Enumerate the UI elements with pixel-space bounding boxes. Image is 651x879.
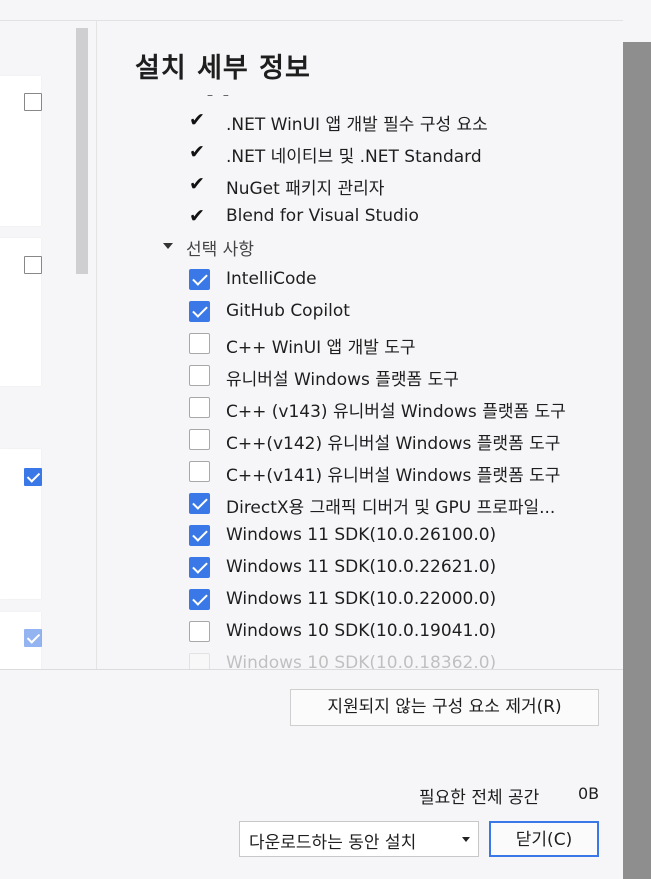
background-window-edge [623, 0, 651, 879]
workload-card[interactable] [0, 76, 42, 226]
item-label: Windows 11 SDK(10.0.22621.0) [226, 557, 497, 577]
item-label: DirectX용 그래픽 디버거 및 GPU 프로파일... [226, 498, 556, 518]
checkbox[interactable] [189, 557, 210, 578]
checkbox[interactable] [189, 525, 210, 546]
item-label: .NET WinUI 앱 개발 필수 구성 요소 [226, 115, 488, 135]
checkmark-icon: ✔ [189, 109, 205, 131]
required-space-label: 필요한 전체 공간 [419, 788, 540, 808]
included-item: ✔ Blend for Visual Studio [97, 201, 623, 231]
item-label: C++ WinUI 앱 개발 도구 [226, 338, 416, 358]
item-label: Windows 11 SDK(10.0.26100.0) [226, 525, 497, 545]
install-mode-dropdown[interactable]: 다운로드하는 동안 설치 [239, 821, 479, 857]
details-title: 설치 세부 정보 [135, 53, 311, 84]
optional-section-toggle[interactable]: 선택 사항 [97, 232, 623, 262]
optional-item-win11-sdk-26100[interactable]: Windows 11 SDK(10.0.26100.0) [97, 520, 623, 550]
checkmark-icon: ✔ [189, 173, 205, 195]
workload-checkbox[interactable] [24, 93, 42, 111]
checkbox[interactable] [189, 461, 210, 482]
workload-card[interactable] [0, 612, 42, 669]
workload-card[interactable] [0, 449, 42, 599]
checkbox[interactable] [189, 301, 210, 322]
checkbox[interactable] [189, 653, 210, 669]
item-label: NuGet 패키지 관리자 [226, 179, 385, 199]
workload-checkbox[interactable] [24, 629, 42, 647]
optional-item-win11-sdk-22621[interactable]: Windows 11 SDK(10.0.22621.0) [97, 552, 623, 582]
checkbox[interactable] [189, 333, 210, 354]
optional-item-win10-sdk-18362[interactable]: Windows 10 SDK(10.0.18362.0) [97, 648, 623, 669]
optional-item-cpp-v142-uwp[interactable]: C++(v142) 유니버설 Windows 플랫폼 도구 [97, 424, 623, 454]
workload-scrollbar-thumb[interactable] [76, 28, 88, 274]
checkbox[interactable] [189, 365, 210, 386]
item-label: Windows 10 SDK(10.0.19041.0) [226, 621, 497, 641]
optional-item-cpp-v141-uwp[interactable]: C++(v141) 유니버설 Windows 플랫폼 도구 [97, 456, 623, 486]
optional-item-uwp-tools[interactable]: 유니버설 Windows 플랫폼 도구 [97, 360, 623, 390]
install-mode-value: 다운로드하는 동안 설치 [249, 833, 417, 853]
item-label: Blend for Visual Studio [226, 206, 419, 226]
optional-item-win11-sdk-22000[interactable]: Windows 11 SDK(10.0.22000.0) [97, 584, 623, 614]
optional-item-directx-debugger[interactable]: DirectX용 그래픽 디버거 및 GPU 프로파일... [97, 488, 623, 518]
item-label: C++(v141) 유니버설 Windows 플랫폼 도구 [226, 466, 561, 486]
footer-divider [0, 669, 623, 670]
item-label: IntelliCode [226, 269, 317, 289]
chevron-down-icon [462, 837, 470, 842]
checkbox[interactable] [189, 429, 210, 450]
checkbox[interactable] [189, 397, 210, 418]
checkbox[interactable] [189, 269, 210, 290]
top-divider [0, 20, 623, 21]
workload-panel [0, 21, 70, 669]
workload-checkbox[interactable] [24, 468, 42, 486]
optional-item-github-copilot[interactable]: GitHub Copilot [97, 296, 623, 326]
section-label: 선택 사항 [186, 240, 254, 260]
included-item: ✔ .NET 네이티브 및 .NET Standard [97, 137, 623, 167]
truncated-marker: – – [207, 88, 232, 102]
optional-item-cpp-winui[interactable]: C++ WinUI 앱 개발 도구 [97, 328, 623, 358]
item-label: Windows 10 SDK(10.0.18362.0) [226, 653, 497, 669]
close-button[interactable]: 닫기(C) [489, 821, 599, 857]
optional-item-cpp-v143-uwp[interactable]: C++ (v143) 유니버설 Windows 플랫폼 도구 [97, 392, 623, 422]
remove-unsupported-button[interactable]: 지원되지 않는 구성 요소 제거(R) [290, 689, 599, 726]
background-window-top [623, 0, 651, 42]
item-label: Windows 11 SDK(10.0.22000.0) [226, 589, 497, 609]
checkmark-icon: ✔ [189, 141, 205, 163]
included-item: ✔ NuGet 패키지 관리자 [97, 169, 623, 199]
checkbox[interactable] [189, 493, 210, 514]
included-item: ✔ .NET WinUI 앱 개발 필수 구성 요소 [97, 105, 623, 135]
item-label: 유니버설 Windows 플랫폼 도구 [226, 370, 459, 390]
workload-card[interactable] [0, 238, 42, 386]
checkbox[interactable] [189, 621, 210, 642]
item-label: C++(v142) 유니버설 Windows 플랫폼 도구 [226, 434, 561, 454]
details-list: – – ✔ .NET WinUI 앱 개발 필수 구성 요소 ✔ .NET 네이… [97, 86, 623, 669]
item-label: C++ (v143) 유니버설 Windows 플랫폼 도구 [226, 402, 566, 422]
required-space-value: 0B [578, 784, 600, 803]
item-label: .NET 네이티브 및 .NET Standard [226, 147, 482, 167]
checkbox[interactable] [189, 589, 210, 610]
checkmark-icon: ✔ [189, 205, 205, 227]
item-label: GitHub Copilot [226, 301, 350, 321]
workload-checkbox[interactable] [24, 256, 42, 274]
optional-item-win10-sdk-19041[interactable]: Windows 10 SDK(10.0.19041.0) [97, 616, 623, 646]
optional-item-intellicode[interactable]: IntelliCode [97, 264, 623, 294]
caret-down-icon [163, 243, 173, 249]
installer-window: 설치 세부 정보 – – ✔ .NET WinUI 앱 개발 필수 구성 요소 … [0, 0, 623, 879]
